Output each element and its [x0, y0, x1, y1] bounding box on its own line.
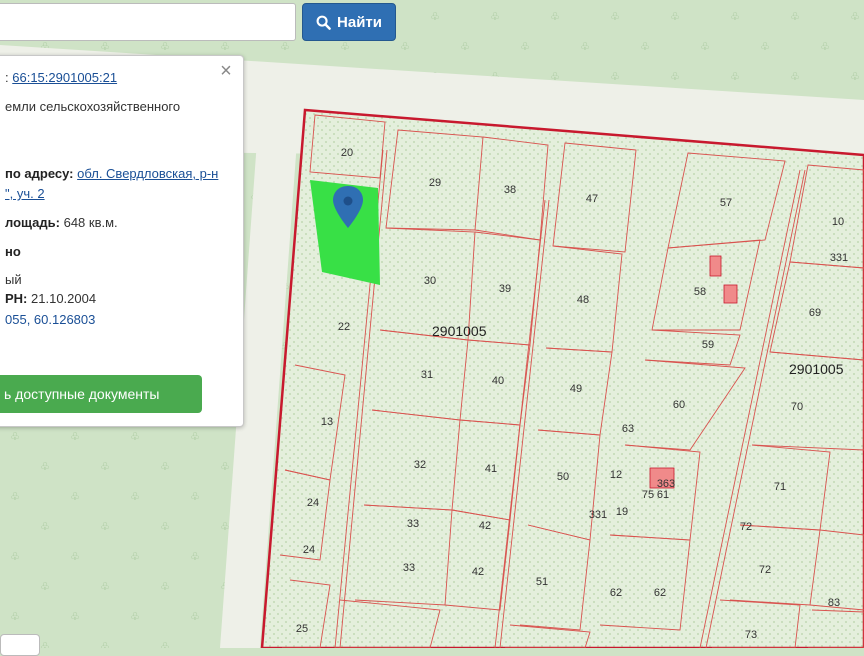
parcel-number: 331	[830, 252, 848, 264]
search-input[interactable]	[0, 4, 295, 40]
parcel-number: 49	[570, 383, 582, 395]
parcel-number: 72	[759, 564, 771, 576]
quarter-label: 2901005	[789, 361, 844, 377]
status-fragment: но	[5, 244, 21, 259]
area-value: 648 кв.м.	[63, 215, 118, 230]
cadastral-prefix: :	[5, 70, 9, 85]
parcel-info-popup: × : 66:15:2901005:21 емли сельскохозяйст…	[0, 55, 244, 427]
parcel-number: 363	[657, 478, 675, 490]
parcel-number: 57	[720, 197, 732, 209]
quarter-label: 2901005	[432, 323, 487, 339]
parcel-number: 63	[622, 423, 634, 435]
parcel-number: 60	[673, 399, 685, 411]
parcel-number: 50	[557, 471, 569, 483]
land-category: емли сельскохозяйственного	[5, 99, 181, 114]
parcel-number: 32	[414, 459, 426, 471]
parcel-number: 13	[321, 416, 333, 428]
parcel-number: 70	[791, 401, 803, 413]
parcel-number: 22	[338, 321, 350, 333]
parcel-number: 61	[657, 489, 669, 501]
address-link-cont[interactable]: ", уч. 2	[5, 186, 45, 201]
coordinates: 055, 60.126803	[5, 312, 96, 327]
parcel-number: 83	[828, 597, 840, 609]
type-fragment: ый	[5, 272, 22, 287]
parcel-number: 33	[403, 562, 415, 574]
search-box[interactable]	[0, 3, 296, 41]
close-icon[interactable]: ×	[217, 61, 235, 81]
parcel-number: 30	[424, 275, 436, 287]
parcel-number: 39	[499, 283, 511, 295]
parcel-number: 42	[472, 566, 484, 578]
parcel-number: 47	[586, 193, 598, 205]
parcel-number: 25	[296, 623, 308, 635]
parcel-number: 62	[610, 587, 622, 599]
area-label: лощадь:	[5, 215, 60, 230]
parcel-number: 59	[702, 339, 714, 351]
building	[723, 284, 738, 304]
cadastral-number-link[interactable]: 66:15:2901005:21	[12, 70, 117, 85]
parcel-number: 42	[479, 520, 491, 532]
search-button-label: Найти	[337, 13, 382, 31]
building	[709, 255, 722, 277]
address-link[interactable]: обл. Свердловская, р-н	[77, 166, 218, 181]
parcel-number: 24	[303, 544, 315, 556]
parcel-number: 73	[745, 629, 757, 641]
parcel-number: 62	[654, 587, 666, 599]
parcel-number: 72	[740, 521, 752, 533]
parcel-number: 12	[610, 469, 622, 481]
map-control[interactable]	[0, 634, 40, 656]
parcel-number: 10	[832, 216, 844, 228]
parcel-number: 29	[429, 177, 441, 189]
address-label: по адресу:	[5, 166, 74, 181]
date-label: РН:	[5, 291, 28, 306]
parcel-number: 71	[774, 481, 786, 493]
parcel-number: 24	[307, 497, 319, 509]
parcel-number: 41	[485, 463, 497, 475]
search-icon	[316, 15, 331, 30]
documents-button[interactable]: ь доступные документы	[0, 375, 202, 413]
parcel-number: 51	[536, 576, 548, 588]
date-value: 21.10.2004	[31, 291, 97, 306]
parcel-number: 331	[589, 509, 607, 521]
parcel-number: 19	[616, 506, 628, 518]
parcel-number: 33	[407, 518, 419, 530]
parcel-number: 58	[694, 286, 706, 298]
parcel-number: 48	[577, 294, 589, 306]
parcel-number: 40	[492, 375, 504, 387]
search-button[interactable]: Найти	[302, 3, 396, 41]
parcel-number: 38	[504, 184, 516, 196]
parcel-number: 31	[421, 369, 433, 381]
parcel-number: 69	[809, 307, 821, 319]
parcel-number: 75	[642, 489, 654, 501]
parcel-number: 20	[341, 147, 353, 159]
